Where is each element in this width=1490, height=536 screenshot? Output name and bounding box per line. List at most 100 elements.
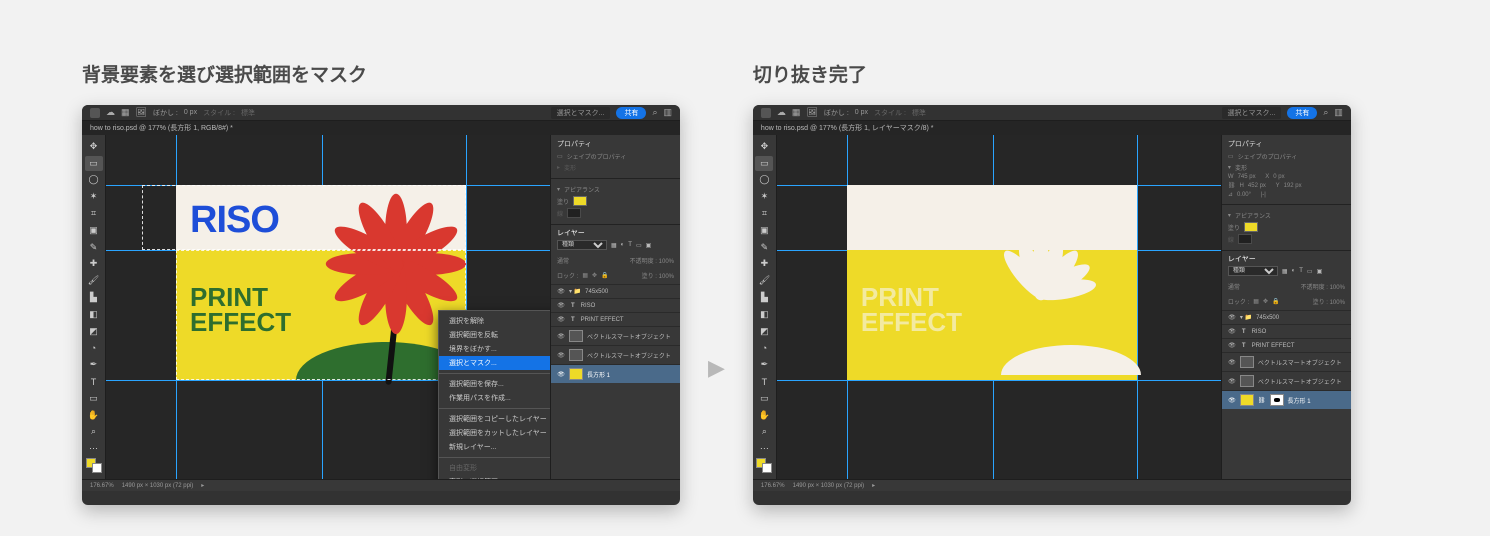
- crop-icon[interactable]: ▦: [792, 107, 801, 118]
- shape-tool-icon[interactable]: ▭: [85, 391, 103, 406]
- visibility-icon[interactable]: 👁: [557, 333, 565, 340]
- context-menu-item[interactable]: 作業用パスを作成...: [439, 391, 550, 405]
- lock-pixels-icon[interactable]: ▦: [1253, 298, 1259, 305]
- layers-tab[interactable]: レイヤー: [557, 228, 585, 238]
- home-icon[interactable]: [761, 108, 771, 118]
- wand-tool-icon[interactable]: ✶: [755, 189, 773, 204]
- layer-group[interactable]: 👁 ▾ 📁 745x500: [1222, 310, 1351, 324]
- visibility-icon[interactable]: 👁: [557, 288, 565, 295]
- cloud-icon[interactable]: ☁: [777, 107, 786, 118]
- eyedropper-tool-icon[interactable]: ✎: [85, 240, 103, 255]
- visibility-icon[interactable]: 👁: [1228, 378, 1236, 385]
- visibility-icon[interactable]: 👁: [1228, 397, 1236, 404]
- eyedropper-tool-icon[interactable]: ✎: [755, 240, 773, 255]
- visibility-icon[interactable]: 👁: [1228, 328, 1236, 335]
- fill-swatch[interactable]: [1244, 222, 1258, 232]
- layer-riso[interactable]: 👁 T RISO: [1222, 324, 1351, 338]
- hand-tool-icon[interactable]: ✋: [755, 408, 773, 423]
- blend-mode[interactable]: 通常: [557, 256, 569, 265]
- filter-adjust-icon[interactable]: ◐: [621, 242, 625, 248]
- move-tool-icon[interactable]: ✥: [85, 139, 103, 154]
- visibility-icon[interactable]: 👁: [557, 352, 565, 359]
- canvas-area[interactable]: RISO PRINTEFFECT 選択を解除選択範囲を反転境界をぼかす...選択…: [106, 135, 550, 479]
- gradient-tool-icon[interactable]: ◩: [755, 324, 773, 339]
- context-menu-item[interactable]: 選択とマスク...: [439, 356, 550, 370]
- w-value[interactable]: 745 px: [1238, 174, 1256, 180]
- filter-smart-icon[interactable]: ▣: [1317, 268, 1323, 275]
- visibility-icon[interactable]: 👁: [557, 302, 565, 309]
- type-tool-icon[interactable]: T: [755, 374, 773, 389]
- layer-filter-kind[interactable]: 種類: [1228, 266, 1278, 276]
- flip-buttons[interactable]: |-|: [1261, 192, 1266, 198]
- crop-tool-icon[interactable]: ⌗: [85, 206, 103, 221]
- document-tab[interactable]: how to riso.psd @ 177% (長方形 1, レイヤーマスク/8…: [753, 121, 1351, 135]
- move-tool-icon[interactable]: ✥: [755, 139, 773, 154]
- lock-position-icon[interactable]: ✥: [592, 272, 597, 279]
- lasso-tool-icon[interactable]: ◯: [755, 173, 773, 188]
- blur-tool-icon[interactable]: ◔: [85, 341, 103, 356]
- blend-mode[interactable]: 通常: [1228, 282, 1240, 291]
- visibility-icon[interactable]: 👁: [1228, 342, 1236, 349]
- visibility-icon[interactable]: 👁: [1228, 359, 1236, 366]
- visibility-icon[interactable]: 👁: [557, 371, 565, 378]
- shape-tool-icon[interactable]: ▭: [755, 391, 773, 406]
- layer-opacity[interactable]: 不透明度 : 100%: [1301, 282, 1345, 291]
- home-icon[interactable]: [90, 108, 100, 118]
- canvas-area[interactable]: PRINTEFFECT: [777, 135, 1221, 479]
- frame-tool-icon[interactable]: ▣: [85, 223, 103, 238]
- context-menu-item[interactable]: 選択範囲を反転: [439, 328, 550, 342]
- frame-tool-icon[interactable]: ▣: [755, 223, 773, 238]
- select-and-mask-button[interactable]: 選択とマスク...: [551, 107, 611, 119]
- stroke-swatch[interactable]: [567, 208, 581, 218]
- layer-smart-2[interactable]: 👁 ベクトルスマートオブジェクト: [1222, 371, 1351, 390]
- layer-mask-thumb[interactable]: [1270, 394, 1284, 406]
- select-and-mask-button[interactable]: 選択とマスク...: [1222, 107, 1282, 119]
- layers-tab[interactable]: レイヤー: [1228, 254, 1256, 264]
- more-tools-icon[interactable]: ⋯: [85, 441, 103, 456]
- layer-opacity[interactable]: 不透明度 : 100%: [630, 256, 674, 265]
- filter-pixel-icon[interactable]: ▦: [611, 242, 617, 249]
- chevron-right-icon[interactable]: ▸: [201, 482, 204, 489]
- share-button[interactable]: 共有: [1287, 107, 1317, 119]
- context-menu-item[interactable]: 選択範囲をコピーしたレイヤー: [439, 412, 550, 426]
- lock-all-icon[interactable]: 🔒: [601, 272, 608, 279]
- lock-pixels-icon[interactable]: ▦: [582, 272, 588, 279]
- color-swatches[interactable]: [756, 458, 772, 473]
- eraser-tool-icon[interactable]: ◧: [85, 307, 103, 322]
- layer-group[interactable]: 👁 ▾ 📁 745x500: [551, 284, 680, 298]
- stroke-swatch[interactable]: [1238, 234, 1252, 244]
- hand-tool-icon[interactable]: ✋: [85, 408, 103, 423]
- layer-smart-1[interactable]: 👁 ベクトルスマートオブジェクト: [551, 326, 680, 345]
- context-menu-item[interactable]: 選択範囲を保存...: [439, 377, 550, 391]
- blur-tool-icon[interactable]: ◔: [755, 341, 773, 356]
- x-value[interactable]: 0 px: [1273, 174, 1284, 180]
- fill-swatch[interactable]: [573, 196, 587, 206]
- context-menu-item[interactable]: 新規レイヤー...: [439, 440, 550, 454]
- layer-smart-1[interactable]: 👁 ベクトルスマートオブジェクト: [1222, 352, 1351, 371]
- link-icon[interactable]: ⛓: [1258, 397, 1266, 404]
- marquee-tool-icon[interactable]: ▭: [755, 156, 773, 171]
- more-tools-icon[interactable]: ⋯: [755, 441, 773, 456]
- filter-pixel-icon[interactable]: ▦: [1282, 268, 1288, 275]
- brush-tool-icon[interactable]: 🖌: [85, 273, 103, 288]
- context-menu-item[interactable]: 変形の選択範囲: [439, 475, 550, 479]
- transform-label[interactable]: 変形: [1235, 163, 1247, 172]
- appearance-label[interactable]: アピアランス: [1235, 211, 1271, 220]
- eraser-tool-icon[interactable]: ◧: [755, 307, 773, 322]
- zoom-level[interactable]: 176.67%: [90, 483, 114, 489]
- brush-tool-icon[interactable]: 🖌: [755, 273, 773, 288]
- y-value[interactable]: 192 px: [1284, 183, 1302, 189]
- appearance-label[interactable]: アピアランス: [564, 185, 600, 194]
- layer-fill[interactable]: 塗り : 100%: [1313, 297, 1345, 306]
- context-menu-item[interactable]: 境界をぼかす...: [439, 342, 550, 356]
- layer-riso[interactable]: 👁 T RISO: [551, 298, 680, 312]
- layer-smart-2[interactable]: 👁 ベクトルスマートオブジェクト: [551, 345, 680, 364]
- context-menu-item[interactable]: 選択を解除: [439, 314, 550, 328]
- layer-rect-selected[interactable]: 👁 長方形 1: [551, 364, 680, 383]
- angle-value[interactable]: 0.00°: [1237, 192, 1251, 198]
- workspace-icon[interactable]: ▥: [1334, 107, 1343, 118]
- crop-icon[interactable]: ▦: [121, 107, 130, 118]
- zoom-tool-icon[interactable]: ⌕: [85, 425, 103, 440]
- zoom-level[interactable]: 176.67%: [761, 483, 785, 489]
- layer-fill[interactable]: 塗り : 100%: [642, 271, 674, 280]
